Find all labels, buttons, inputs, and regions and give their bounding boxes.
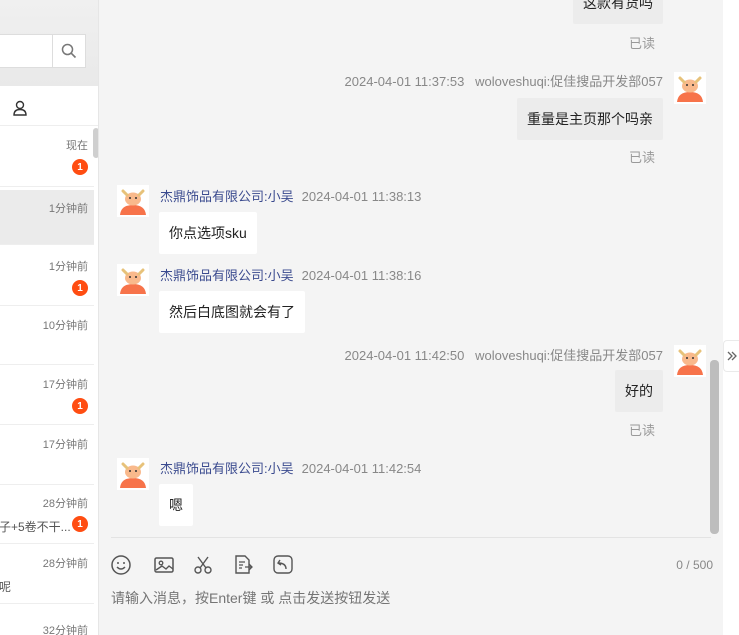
- unread-badge: 1: [72, 398, 88, 414]
- screenshot-button[interactable]: [191, 553, 215, 577]
- search-button[interactable]: [52, 34, 86, 68]
- conversation-time: 17分钟前: [42, 439, 88, 451]
- double-chevron-right-icon: [727, 351, 737, 361]
- conversation-item[interactable]: 现在 1: [0, 127, 94, 187]
- conversation-sidebar: 现在 1 1分钟前 1分钟前 1 10分钟前 17分钟前 1 17分钟前 28分…: [0, 0, 99, 635]
- conversation-time: 10分钟前: [42, 320, 88, 332]
- avatar-icon[interactable]: [674, 345, 706, 377]
- image-button[interactable]: [152, 553, 176, 577]
- sidebar-header: [0, 0, 98, 86]
- message-time: 2024-04-01 11:42:50: [344, 348, 465, 363]
- char-counter: 0 / 500: [676, 558, 713, 572]
- conversation-time: 28分钟前: [42, 558, 88, 570]
- conversation-item[interactable]: 17分钟前: [0, 426, 94, 485]
- read-status: 已读: [628, 36, 655, 51]
- message-bubble: 这款有货吗: [573, 0, 663, 24]
- reply-icon: [273, 555, 293, 574]
- unread-badge: 1: [72, 516, 88, 532]
- read-status: 已读: [628, 423, 655, 438]
- message-time: 2024-04-01 11:38:16: [301, 268, 422, 283]
- conversation-time: 1分钟前: [48, 203, 88, 215]
- chat-scrollbar[interactable]: [710, 360, 719, 534]
- message-input[interactable]: [111, 590, 671, 606]
- message-header: 杰鼎饰品有限公司:小吴 2024-04-01 11:42:54: [160, 458, 421, 477]
- message-bubble: 然后白底图就会有了: [159, 291, 305, 333]
- sender-name: woloveshuqi:促佳搜品开发部057: [475, 348, 663, 363]
- avatar-icon[interactable]: [117, 264, 149, 296]
- avatar-icon[interactable]: [674, 72, 706, 104]
- right-panel: [723, 0, 739, 635]
- message-header: 2024-04-01 11:37:53 woloveshuqi:促佳搜品开发部0…: [345, 71, 663, 90]
- message-bubble: 好的: [615, 370, 663, 412]
- conversation-item[interactable]: 32分钟前: [0, 613, 94, 635]
- order-button[interactable]: [231, 553, 255, 577]
- sender-name: 杰鼎饰品有限公司:小吴: [160, 189, 294, 204]
- reply-button[interactable]: [271, 553, 295, 577]
- conversation-time: 32分钟前: [42, 625, 88, 635]
- message-time: 2024-04-01 11:42:54: [301, 461, 422, 476]
- conversation-item[interactable]: 28分钟前 1 子+5卷不干...: [0, 485, 94, 544]
- input-divider: [111, 537, 711, 538]
- conversation-snippet: 呢: [0, 580, 12, 594]
- message-header: 杰鼎饰品有限公司:小吴 2024-04-01 11:38:13: [160, 186, 421, 205]
- message-bubble: 你点选项sku: [159, 212, 257, 254]
- person-icon: [13, 100, 27, 116]
- message-header: 2024-04-01 11:42:50 woloveshuqi:促佳搜品开发部0…: [345, 345, 663, 364]
- message-header: 杰鼎饰品有限公司:小吴 2024-04-01 11:38:16: [160, 265, 421, 284]
- message-time: 2024-04-01 11:37:53: [344, 74, 465, 89]
- image-icon: [154, 557, 174, 573]
- conversation-snippet: 子+5卷不干...: [0, 520, 71, 534]
- conversation-item[interactable]: 17分钟前 1: [0, 366, 94, 425]
- scissors-icon: [194, 556, 212, 574]
- conversation-item[interactable]: 28分钟前 呢: [0, 545, 94, 604]
- conversation-item[interactable]: 1分钟前: [0, 190, 94, 245]
- conversation-time: 1分钟前: [48, 261, 88, 273]
- expand-panel-button[interactable]: [723, 340, 739, 372]
- conversation-time: 现在: [66, 140, 88, 152]
- avatar-icon[interactable]: [117, 458, 149, 490]
- chat-panel: 这款有货吗 已读 2024-04-01 11:37:53 woloveshuqi…: [99, 0, 723, 635]
- contacts-tab[interactable]: [0, 86, 98, 126]
- smile-icon: [111, 555, 131, 575]
- unread-badge: 1: [72, 159, 88, 175]
- document-send-icon: [235, 555, 253, 574]
- read-status: 已读: [628, 150, 655, 165]
- conversation-time: 17分钟前: [42, 379, 88, 391]
- emoji-button[interactable]: [109, 553, 133, 577]
- message-bubble: 重量是主页那个吗亲: [517, 98, 663, 140]
- sender-name: 杰鼎饰品有限公司:小吴: [160, 268, 294, 283]
- avatar-icon[interactable]: [117, 185, 149, 217]
- conversation-item[interactable]: 10分钟前: [0, 307, 94, 365]
- conversation-time: 28分钟前: [42, 498, 88, 510]
- search-icon: [61, 43, 77, 59]
- conversation-item[interactable]: 1分钟前 1: [0, 248, 94, 306]
- unread-badge: 1: [72, 280, 88, 296]
- search-input[interactable]: [0, 34, 52, 68]
- message-time: 2024-04-01 11:38:13: [301, 189, 422, 204]
- sender-name: woloveshuqi:促佳搜品开发部057: [475, 74, 663, 89]
- message-bubble: 嗯: [159, 484, 193, 526]
- sender-name: 杰鼎饰品有限公司:小吴: [160, 461, 294, 476]
